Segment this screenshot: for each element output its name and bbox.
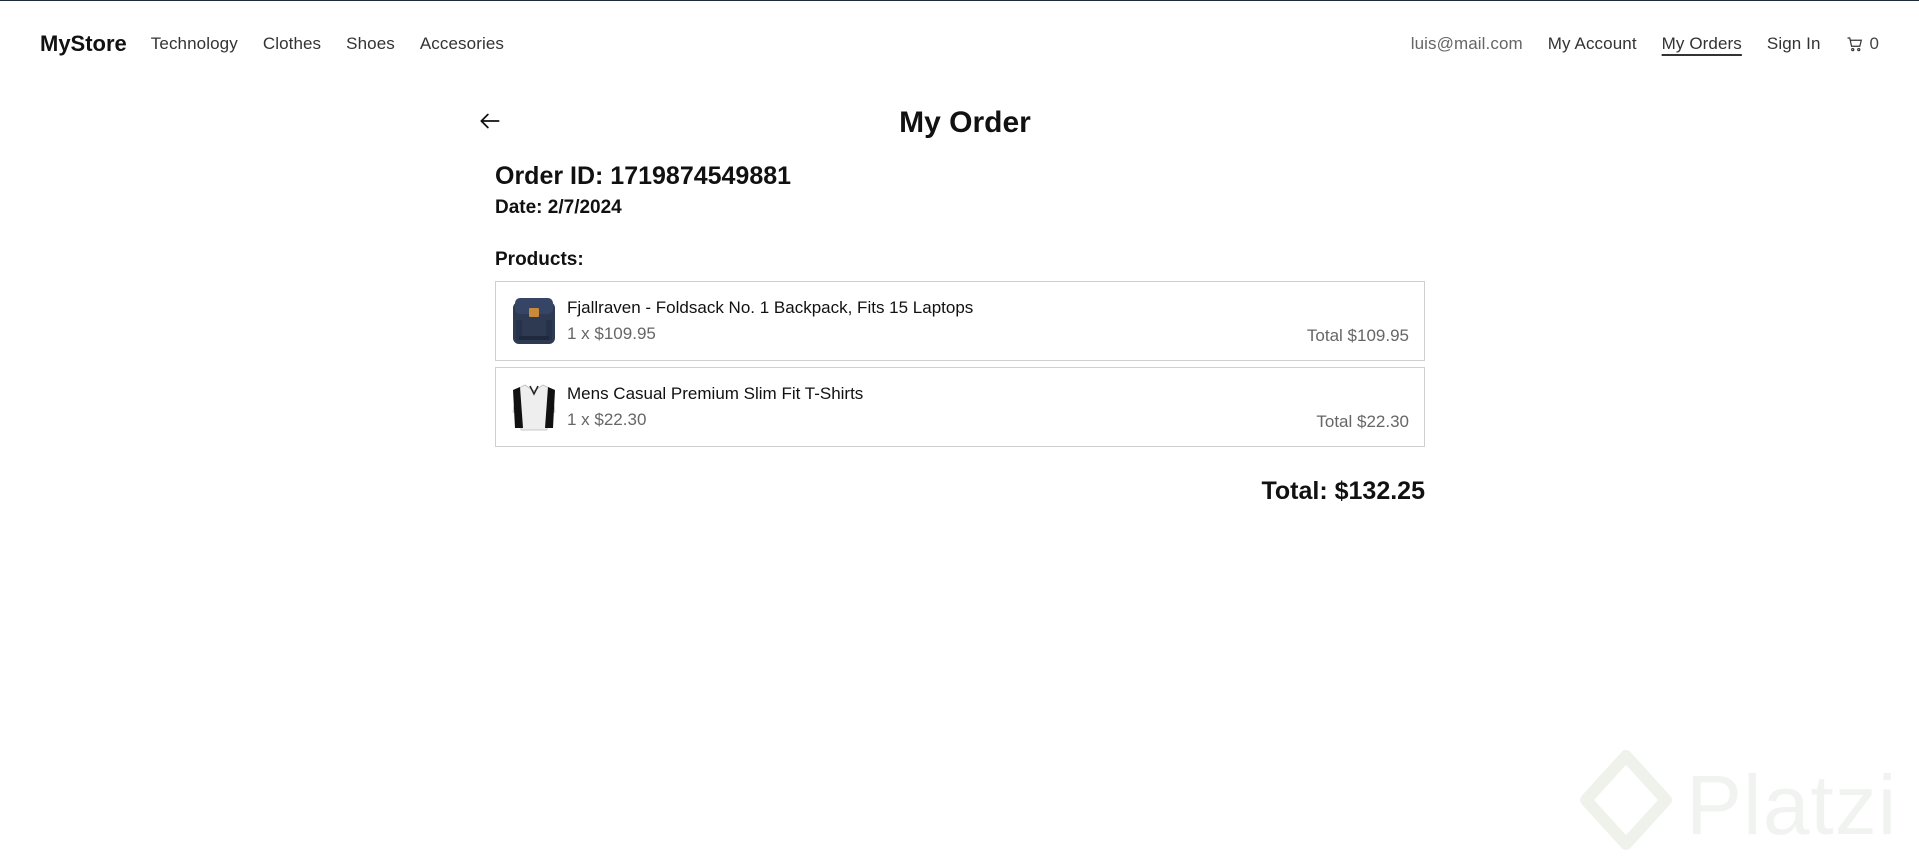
page-title: My Order [899, 106, 1031, 139]
nav-link-clothes[interactable]: Clothes [263, 34, 321, 54]
product-total: Total $109.95 [1306, 326, 1409, 345]
user-email: luis@mail.com [1410, 34, 1523, 53]
nav-link-accesories[interactable]: Accesories [420, 34, 504, 54]
tshirt-thumbnail [512, 384, 556, 431]
product-quantity-price: 1 x $109.95 [567, 324, 656, 343]
cart-button[interactable]: 0 [1846, 34, 1879, 54]
cart-icon [1847, 37, 1862, 52]
platzi-watermark: Platzi [1580, 750, 1897, 860]
product-info: Fjallraven - Foldsack No. 1 Backpack, Fi… [567, 298, 973, 344]
nav-link-my-orders[interactable]: My Orders [1662, 34, 1742, 54]
product-card: Fjallraven - Foldsack No. 1 Backpack, Fi… [495, 281, 1425, 361]
navbar: MyStore Technology Clothes Shoes Accesor… [0, 16, 1919, 72]
order-date: Date: 2/7/2024 [495, 197, 622, 218]
product-quantity-price: 1 x $22.30 [567, 410, 647, 429]
nav-link-my-account[interactable]: My Account [1548, 34, 1637, 54]
cart-count: 0 [1869, 34, 1879, 53]
product-card: Mens Casual Premium Slim Fit T-Shirts 1 … [495, 367, 1425, 447]
order-grand-total: Total: $132.25 [1261, 477, 1425, 505]
products-label: Products: [495, 249, 584, 270]
watermark-text: Platzi [1686, 757, 1898, 852]
backpack-thumbnail [513, 298, 555, 344]
nav-link-sign-in[interactable]: Sign In [1767, 34, 1821, 54]
order-detail: My Order Order ID: 1719874549881 Date: 2… [480, 100, 1425, 506]
product-name: Mens Casual Premium Slim Fit T-Shirts [567, 384, 864, 403]
order-id: Order ID: 1719874549881 [495, 162, 792, 190]
product-name: Fjallraven - Foldsack No. 1 Backpack, Fi… [567, 298, 974, 317]
nav-right: luis@mail.com My Account My Orders Sign … [1386, 34, 1879, 54]
nav-left: MyStore Technology Clothes Shoes Accesor… [40, 31, 529, 57]
back-arrow-icon[interactable] [477, 108, 503, 139]
nav-link-shoes[interactable]: Shoes [346, 34, 395, 54]
top-border [0, 0, 1919, 1]
brand-logo[interactable]: MyStore [40, 31, 127, 57]
product-total: Total $22.30 [1316, 412, 1409, 431]
platzi-logo-icon [1580, 750, 1672, 850]
nav-link-technology[interactable]: Technology [151, 34, 238, 54]
title-row: My Order [480, 100, 1425, 148]
product-info: Mens Casual Premium Slim Fit T-Shirts 1 … [567, 384, 863, 430]
